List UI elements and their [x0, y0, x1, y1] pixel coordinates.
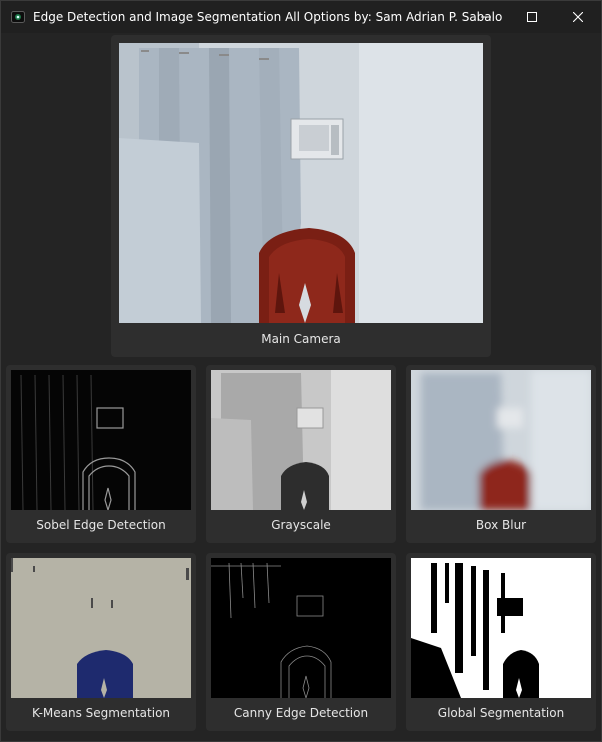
- kmeans-panel: K-Means Segmentation: [6, 553, 196, 731]
- canny-panel: Canny Edge Detection: [206, 553, 396, 731]
- window-title: Edge Detection and Image Segmentation Al…: [33, 10, 503, 24]
- close-icon: [573, 12, 583, 22]
- sobel-label: Sobel Edge Detection: [36, 518, 166, 532]
- maximize-button[interactable]: [509, 1, 555, 33]
- title-bar[interactable]: Edge Detection and Image Segmentation Al…: [1, 1, 601, 33]
- sobel-panel: Sobel Edge Detection: [6, 365, 196, 543]
- grayscale-feed: [211, 370, 391, 510]
- main-camera-label: Main Camera: [261, 332, 341, 346]
- kmeans-feed: [11, 558, 191, 698]
- camera-app-icon: [11, 10, 25, 24]
- sobel-feed: [11, 370, 191, 510]
- canny-label: Canny Edge Detection: [233, 706, 369, 720]
- minimize-button[interactable]: [463, 1, 509, 33]
- global-seg-panel: Global Segmentation: [406, 553, 596, 731]
- close-button[interactable]: [555, 1, 601, 33]
- box-blur-panel: Box Blur: [406, 365, 596, 543]
- grayscale-panel: Grayscale: [206, 365, 396, 543]
- main-camera-panel: Main Camera: [111, 35, 491, 357]
- minimize-icon: [481, 12, 491, 22]
- box-blur-feed: [411, 370, 591, 510]
- maximize-icon: [527, 12, 537, 22]
- global-seg-label: Global Segmentation: [437, 706, 565, 720]
- app-window: Edge Detection and Image Segmentation Al…: [0, 0, 602, 742]
- grayscale-label: Grayscale: [271, 518, 331, 532]
- canny-feed: [211, 558, 391, 698]
- main-camera-feed: [119, 43, 483, 323]
- box-blur-label: Box Blur: [475, 518, 527, 532]
- global-seg-feed: [411, 558, 591, 698]
- kmeans-label: K-Means Segmentation: [31, 706, 171, 720]
- content-area: Main Camera Sobel Edge Detection Graysca…: [1, 33, 601, 741]
